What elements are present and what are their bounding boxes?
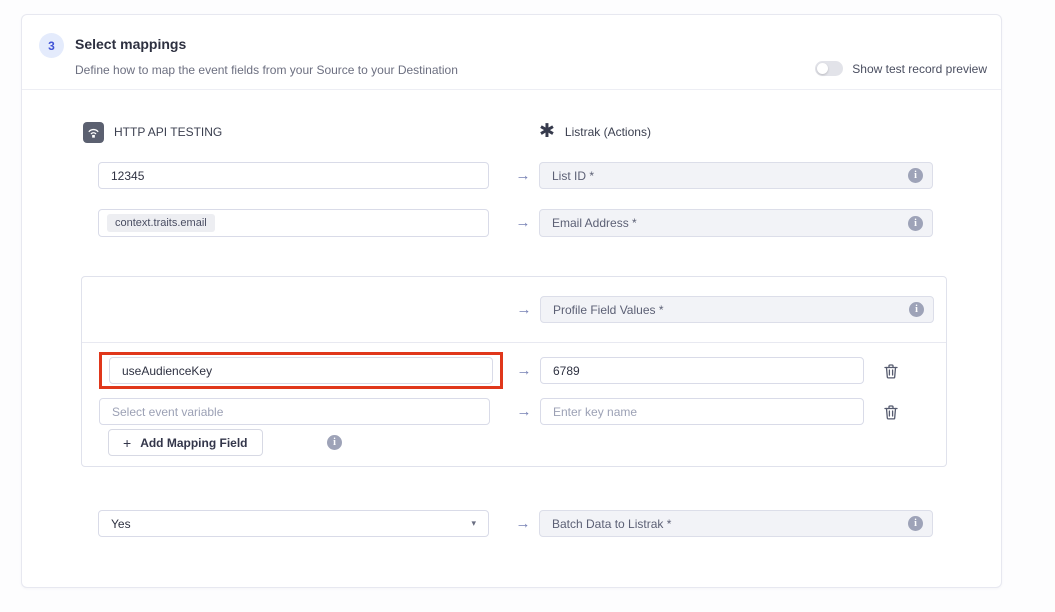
plus-icon: + bbox=[123, 435, 131, 451]
batch-source-value: Yes bbox=[111, 517, 131, 531]
delete-row-button[interactable] bbox=[882, 403, 900, 421]
chevron-down-icon: ▾ bbox=[471, 518, 476, 529]
select-mappings-card: 3 Select mappings Define how to map the … bbox=[21, 14, 1002, 588]
step-number-badge: 3 bbox=[39, 33, 64, 58]
profile-mapping-row-2: → bbox=[82, 398, 946, 425]
destination-column-title: Listrak (Actions) bbox=[565, 125, 651, 139]
info-icon[interactable]: i bbox=[908, 516, 923, 531]
batch-source-select[interactable]: Yes ▾ bbox=[98, 510, 489, 537]
destination-column-header: ✱ Listrak (Actions) bbox=[539, 121, 651, 143]
arrow-right-icon: → bbox=[509, 398, 539, 425]
arrow-right-icon: → bbox=[509, 357, 539, 384]
source-column-title: HTTP API TESTING bbox=[114, 125, 222, 139]
profile-mapping-row-1: → bbox=[82, 357, 946, 384]
profile-field-values-group: → Profile Field Values * i → bbox=[81, 276, 947, 467]
batch-destination-field[interactable]: Batch Data to Listrak * i bbox=[539, 510, 933, 537]
list-id-source-input[interactable] bbox=[98, 162, 489, 189]
email-destination-label: Email Address * bbox=[552, 216, 637, 230]
page-title: Select mappings bbox=[75, 36, 186, 52]
add-mapping-field-button[interactable]: + Add Mapping Field bbox=[108, 429, 263, 456]
mapping-row-list-id: → List ID * i bbox=[22, 162, 1001, 189]
arrow-right-icon: → bbox=[508, 510, 538, 537]
listrak-logo-icon: ✱ bbox=[539, 122, 555, 142]
delete-row-button[interactable] bbox=[882, 362, 900, 380]
source-column-header: HTTP API TESTING bbox=[83, 121, 222, 143]
info-icon[interactable]: i bbox=[908, 168, 923, 183]
info-icon[interactable]: i bbox=[908, 216, 923, 231]
list-id-destination-label: List ID * bbox=[552, 169, 594, 183]
test-record-preview-toggle-group: Show test record preview bbox=[815, 61, 987, 76]
event-variable-token[interactable]: context.traits.email bbox=[107, 214, 215, 232]
profile-field-values-destination-field[interactable]: Profile Field Values * i bbox=[540, 296, 934, 323]
info-icon[interactable]: i bbox=[327, 435, 342, 450]
profile-key-destination-input[interactable] bbox=[540, 357, 864, 384]
event-variable-input[interactable] bbox=[99, 398, 490, 425]
header-divider bbox=[22, 89, 1001, 90]
key-name-input[interactable] bbox=[540, 398, 864, 425]
email-destination-field[interactable]: Email Address * i bbox=[539, 209, 933, 237]
arrow-right-icon: → bbox=[508, 162, 538, 189]
mapping-row-batch: Yes ▾ → Batch Data to Listrak * i bbox=[22, 510, 1001, 537]
show-test-record-toggle[interactable] bbox=[815, 61, 843, 76]
info-icon[interactable]: i bbox=[909, 302, 924, 317]
arrow-right-icon: → bbox=[509, 296, 539, 323]
toggle-knob bbox=[817, 63, 828, 74]
profile-field-values-header-row: → Profile Field Values * i bbox=[82, 296, 946, 323]
http-api-source-icon bbox=[83, 122, 104, 143]
email-source-input[interactable]: context.traits.email bbox=[98, 209, 489, 237]
batch-destination-label: Batch Data to Listrak * bbox=[552, 517, 671, 531]
page-subtitle: Define how to map the event fields from … bbox=[75, 63, 458, 77]
arrow-right-icon: → bbox=[508, 209, 538, 237]
toggle-label: Show test record preview bbox=[852, 62, 987, 76]
mapping-row-email: context.traits.email → Email Address * i bbox=[22, 209, 1001, 237]
add-mapping-field-label: Add Mapping Field bbox=[140, 436, 247, 450]
group-divider bbox=[82, 342, 946, 343]
profile-field-values-label: Profile Field Values * bbox=[553, 303, 664, 317]
list-id-destination-field[interactable]: List ID * i bbox=[539, 162, 933, 189]
